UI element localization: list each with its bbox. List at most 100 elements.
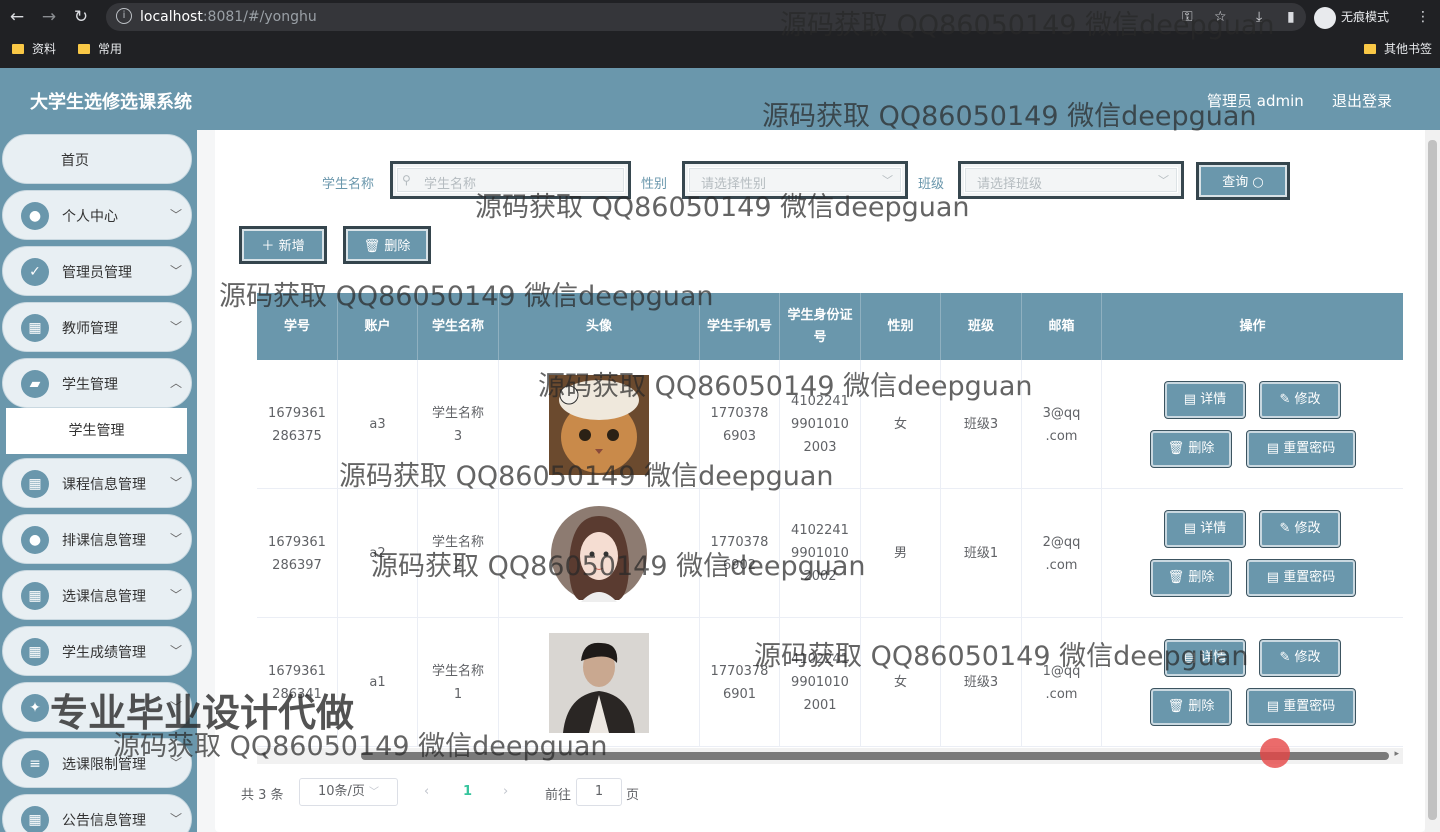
sidebar-item-label: 选课限制管理	[62, 757, 146, 773]
next-page-icon[interactable]: ›	[503, 784, 508, 799]
grid-icon: ▦	[21, 314, 49, 342]
reset-password-button[interactable]: ▤ 重置密码	[1247, 431, 1355, 467]
promo-watermark: 专业毕业设计代做	[50, 691, 355, 735]
delete-button[interactable]: 🗑 删除	[1151, 689, 1231, 725]
cell-actions: ▤ 详情 ✎ 修改 🗑 删除 ▤ 重置密码	[1102, 618, 1403, 747]
goto-label: 前往	[545, 788, 572, 803]
document-icon: ▤	[1266, 699, 1284, 714]
sidebar-item-label: 学生管理	[62, 377, 118, 393]
sidebar-item-notices[interactable]: ▦ 公告信息管理 ﹀	[2, 794, 192, 832]
goto-page-input[interactable]: 1	[576, 778, 622, 806]
plus-icon: ＋	[261, 239, 275, 254]
horizontal-scrollbar[interactable]: ◂ ▸	[257, 748, 1403, 764]
bookmark-folder[interactable]: 资料	[12, 38, 56, 60]
folder-icon	[78, 44, 90, 54]
chevron-down-icon: ﹀	[170, 476, 183, 490]
document-icon: ▤	[1266, 570, 1284, 585]
gender-label: 性别	[641, 177, 668, 192]
sidebar-item-selection[interactable]: ▦ 选课信息管理 ﹀	[2, 570, 192, 620]
detail-button[interactable]: ▤ 详情	[1165, 640, 1245, 676]
gender-select[interactable]: 请选择性别 ﹀	[682, 161, 908, 199]
cell-phone: 1770378 6901	[700, 618, 780, 747]
cell-idcard: 4102241 9901010 2002	[780, 489, 861, 618]
chevron-down-icon: ﹀	[170, 532, 183, 546]
page-size-select[interactable]: 10条/页 ﹀	[299, 778, 398, 806]
main-area: 学生名称 ⚲ 学生名称 性别 请选择性别 ﹀ 班级 请选择班级 ﹀ 查询 ○ ＋…	[197, 130, 1440, 832]
edit-icon: ✎	[1279, 650, 1295, 665]
delete-button[interactable]: 🗑 删除	[1151, 560, 1231, 596]
cell-gender: 男	[861, 489, 941, 618]
detail-button[interactable]: ▤ 详情	[1165, 511, 1245, 547]
edit-button[interactable]: ✎ 修改	[1260, 511, 1340, 547]
sidebar-item-admins[interactable]: ✓ 管理员管理 ﹀	[2, 246, 192, 296]
sidebar-item-home[interactable]: 首页	[2, 134, 192, 184]
chevron-up-icon: ︿	[170, 376, 183, 390]
cell-actions: ▤ 详情 ✎ 修改 🗑 删除 ▤ 重置密码	[1102, 489, 1403, 618]
bookmark-folder[interactable]: 常用	[78, 38, 122, 60]
cell-name: 学生名称 2	[418, 489, 499, 618]
class-label: 班级	[918, 177, 945, 192]
cell-gender: 女	[861, 360, 941, 489]
cell-avatar	[499, 360, 700, 489]
forward-icon[interactable]: →	[38, 6, 60, 28]
col-header: 学生名称	[418, 293, 499, 360]
sidebar-item-schedule[interactable]: ● 排课信息管理 ﹀	[2, 514, 192, 564]
edit-button[interactable]: ✎ 修改	[1260, 382, 1340, 418]
edit-button[interactable]: ✎ 修改	[1260, 640, 1340, 676]
scrollbar-thumb[interactable]	[1428, 140, 1437, 820]
key-icon[interactable]: ⚿	[1182, 7, 1193, 27]
other-bookmarks[interactable]: 其他书签	[1364, 38, 1432, 60]
incognito-icon	[1314, 6, 1336, 29]
info-icon[interactable]: i	[116, 8, 132, 24]
reload-icon[interactable]: ↻	[70, 6, 92, 28]
sidebar-item-courses[interactable]: ▦ 课程信息管理 ﹀	[2, 458, 192, 508]
submenu-student-management[interactable]: 学生管理	[6, 408, 187, 454]
chevron-down-icon: ﹀	[170, 812, 183, 826]
col-header: 邮箱	[1022, 293, 1102, 360]
grid-icon: ▦	[21, 806, 49, 832]
col-header: 学生身份证号	[780, 293, 861, 360]
detail-button[interactable]: ▤ 详情	[1165, 382, 1245, 418]
download-icon[interactable]: ⤓	[1256, 7, 1262, 27]
sidebar-item-grades[interactable]: ▦ 学生成绩管理 ﹀	[2, 626, 192, 676]
col-header: 班级	[941, 293, 1022, 360]
scroll-left-icon[interactable]: ◂	[261, 749, 266, 759]
sidebar-item-students[interactable]: ▰ 学生管理 ︿	[2, 358, 192, 408]
cell-id: 1679361 286397	[257, 489, 338, 618]
placeholder-text: 请选择性别	[701, 177, 767, 192]
cell-avatar	[499, 618, 700, 747]
scroll-right-icon[interactable]: ▸	[1394, 749, 1399, 759]
reset-password-button[interactable]: ▤ 重置密码	[1247, 560, 1355, 596]
grid-icon: ▦	[21, 582, 49, 610]
search-icon: ⚲	[402, 173, 411, 187]
delete-button[interactable]: 🗑 删除	[1151, 431, 1231, 467]
content-card: 学生名称 ⚲ 学生名称 性别 请选择性别 ﹀ 班级 请选择班级 ﹀ 查询 ○ ＋…	[215, 130, 1425, 832]
current-page[interactable]: 1	[463, 784, 472, 799]
back-icon[interactable]: ←	[6, 6, 28, 28]
cell-email: 3@qq .com	[1022, 360, 1102, 489]
name-search-input[interactable]: ⚲ 学生名称	[390, 161, 631, 199]
incognito-indicator[interactable]: 无痕模式	[1314, 5, 1389, 29]
sidebar-item-personal[interactable]: ● 个人中心 ﹀	[2, 190, 192, 240]
prev-page-icon[interactable]: ‹	[424, 784, 429, 799]
placeholder-text: 学生名称	[424, 177, 477, 192]
class-select[interactable]: 请选择班级 ﹀	[958, 161, 1184, 199]
more-icon[interactable]: ⋮	[1416, 7, 1430, 27]
address-bar[interactable]: i localhost:8081/#/yonghu	[106, 3, 1306, 31]
cell-idcard: 4102241 9901010 2001	[780, 618, 861, 747]
add-button[interactable]: ＋ 新增	[239, 226, 327, 264]
query-button[interactable]: 查询 ○	[1196, 162, 1290, 200]
logout-link[interactable]: 退出登录	[1332, 90, 1392, 111]
reset-password-button[interactable]: ▤ 重置密码	[1247, 689, 1355, 725]
sidebar-item-limits[interactable]: ≡ 选课限制管理 ﹀	[2, 738, 192, 788]
vertical-scrollbar[interactable]	[1425, 130, 1440, 832]
page-unit: 页	[626, 788, 640, 803]
url-text: localhost:8081/#/yonghu	[140, 9, 317, 25]
batch-delete-button[interactable]: 🗑 删除	[343, 226, 431, 264]
sidepanel-icon[interactable]: ▮	[1287, 7, 1295, 27]
scrollbar-thumb[interactable]	[361, 752, 1389, 760]
sidebar-item-teachers[interactable]: ▦ 教师管理 ﹀	[2, 302, 192, 352]
cell-class: 班级3	[941, 618, 1022, 747]
star-icon[interactable]: ☆	[1214, 7, 1227, 27]
user-icon: ●	[21, 526, 49, 554]
